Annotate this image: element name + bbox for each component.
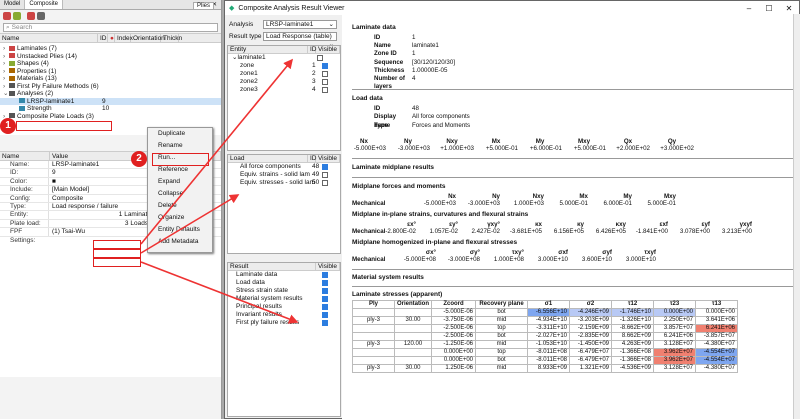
- arrow-load: [140, 194, 240, 254]
- arrow-fpf: [140, 261, 299, 324]
- arrow-entity: [140, 58, 294, 245]
- annotation-arrows: [140, 58, 299, 324]
